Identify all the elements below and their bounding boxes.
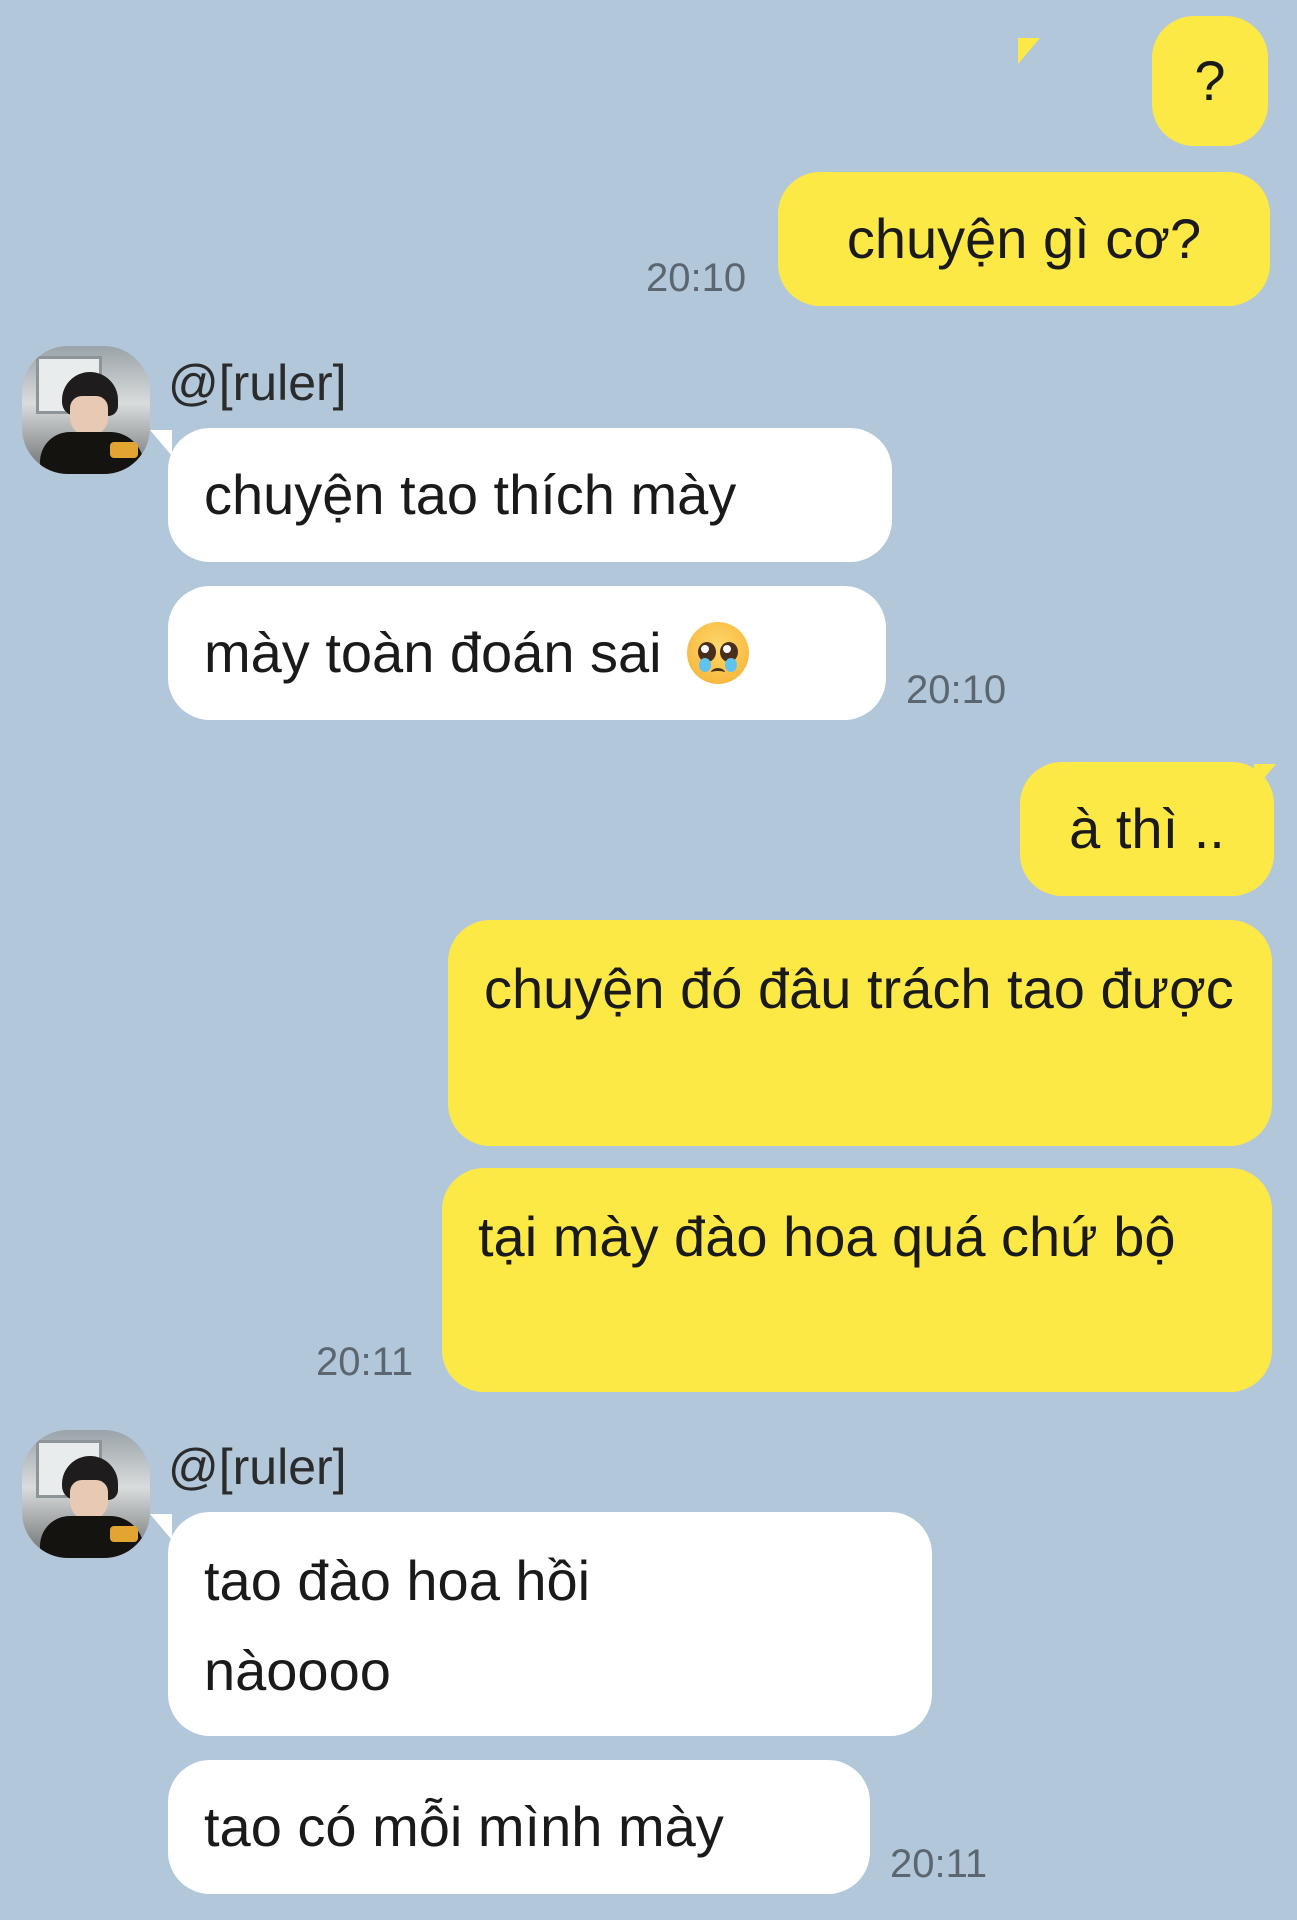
message-text: tao có mỗi mình mày [204,1795,724,1858]
message-bubble-outgoing[interactable]: tại mày đào hoa quá chứ bộ [442,1168,1272,1392]
sender-name: @[ruler] [168,355,347,411]
message-timestamp: 20:10 [646,256,747,300]
message-text: chuyện gì cơ? [846,207,1202,270]
message-bubble-incoming[interactable]: mày toàn đoán sai [168,586,886,720]
message-bubble-outgoing[interactable]: ? [1152,16,1268,146]
bubble-tail [1018,38,1040,64]
message-text: à thì .. [1069,797,1225,860]
message-text: tao đào hoa hồi nàoooo [204,1549,591,1702]
bubble-tail [150,430,172,456]
message-timestamp: 20:11 [890,1842,988,1886]
message-bubble-outgoing[interactable]: chuyện đó đâu trách tao được [448,920,1272,1146]
message-text: mày toàn đoán sai [204,621,662,684]
message-text: tại mày đào hoa quá chứ bộ [478,1205,1176,1268]
sender-avatar[interactable] [22,346,150,474]
message-bubble-outgoing[interactable]: à thì .. [1020,762,1274,896]
bubble-tail [150,1514,172,1540]
message-bubble-incoming[interactable]: chuyện tao thích mày [168,428,892,562]
message-bubble-incoming[interactable]: tao đào hoa hồi nàoooo [168,1512,932,1736]
sender-name: @[ruler] [168,1439,347,1495]
message-text: chuyện tao thích mày [204,463,737,526]
pleading-face-icon [687,622,750,685]
message-timestamp: 20:10 [906,668,1007,712]
message-timestamp: 20:11 [316,1340,414,1384]
sender-avatar[interactable] [22,1430,150,1558]
message-bubble-incoming[interactable]: tao có mỗi mình mày [168,1760,870,1894]
message-text: chuyện đó đâu trách tao được [484,957,1234,1020]
message-bubble-outgoing[interactable]: chuyện gì cơ? [778,172,1270,306]
message-text: ? [1194,49,1226,112]
